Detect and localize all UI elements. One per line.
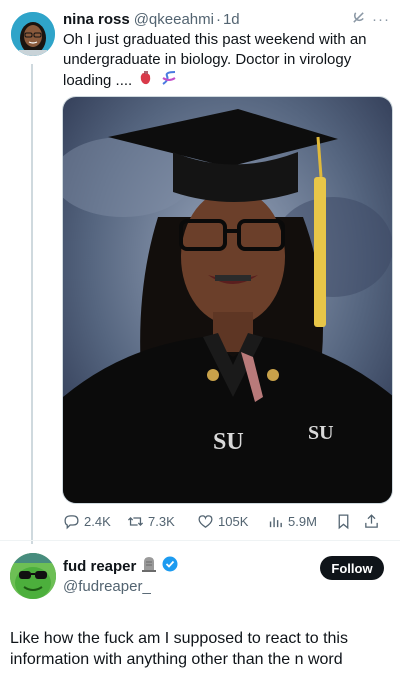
tweet-header: nina ross @qkeeahmi · 1d ··· [63,9,390,29]
like-count: 105K [218,513,249,529]
tweet-body: Oh I just graduated this past weekend wi… [63,31,367,89]
share-button[interactable] [363,513,380,530]
share-icon [365,513,378,528]
views-button[interactable]: 5.9M [267,513,335,530]
views-chart-icon [269,516,282,527]
reply-button[interactable]: 2.4K [63,513,127,530]
like-button[interactable]: 105K [197,513,267,530]
reply-icon [64,514,79,529]
anatomical-heart-emoji [138,70,154,92]
thread-connector-line [31,64,33,544]
heart-icon [198,514,213,528]
repost-icon [127,516,144,526]
tweet-text: Like how the fuck am I supposed to react… [10,630,348,668]
grok-icon[interactable] [351,10,366,29]
tweet-action-bar: 2.4K 7.3K 105K 5.9M [63,510,393,532]
svg-text:SU: SU [308,422,334,444]
bookmark-icon [338,513,349,529]
follow-button[interactable]: Follow [320,556,384,580]
separator-dot: · [215,10,221,28]
tweet-image[interactable]: SU SU [62,96,393,504]
author-handle[interactable]: @fudreaper_ [63,578,151,595]
divider [0,540,400,541]
timestamp[interactable]: 1d [223,11,240,28]
bookmark-button[interactable] [335,513,363,530]
view-count: 5.9M [288,513,317,529]
author-handle[interactable]: @qkeeahmi [134,11,214,28]
reply-count: 2.4K [84,513,111,529]
author-name[interactable]: nina ross [63,11,130,28]
repost-count: 7.3K [148,513,175,529]
repost-button[interactable]: 7.3K [127,513,197,530]
avatar[interactable] [10,553,56,599]
dna-emoji [161,70,177,92]
more-options-icon[interactable]: ··· [372,11,390,28]
tweet-text: Oh I just graduated this past weekend wi… [63,30,393,92]
tombstone-emoji [141,556,157,576]
svg-text:SU: SU [213,429,244,455]
author-name[interactable]: fud reaper [63,558,136,575]
author-name-row: fud reaper [63,556,178,576]
verified-badge-icon [162,556,178,576]
avatar[interactable] [11,12,55,56]
